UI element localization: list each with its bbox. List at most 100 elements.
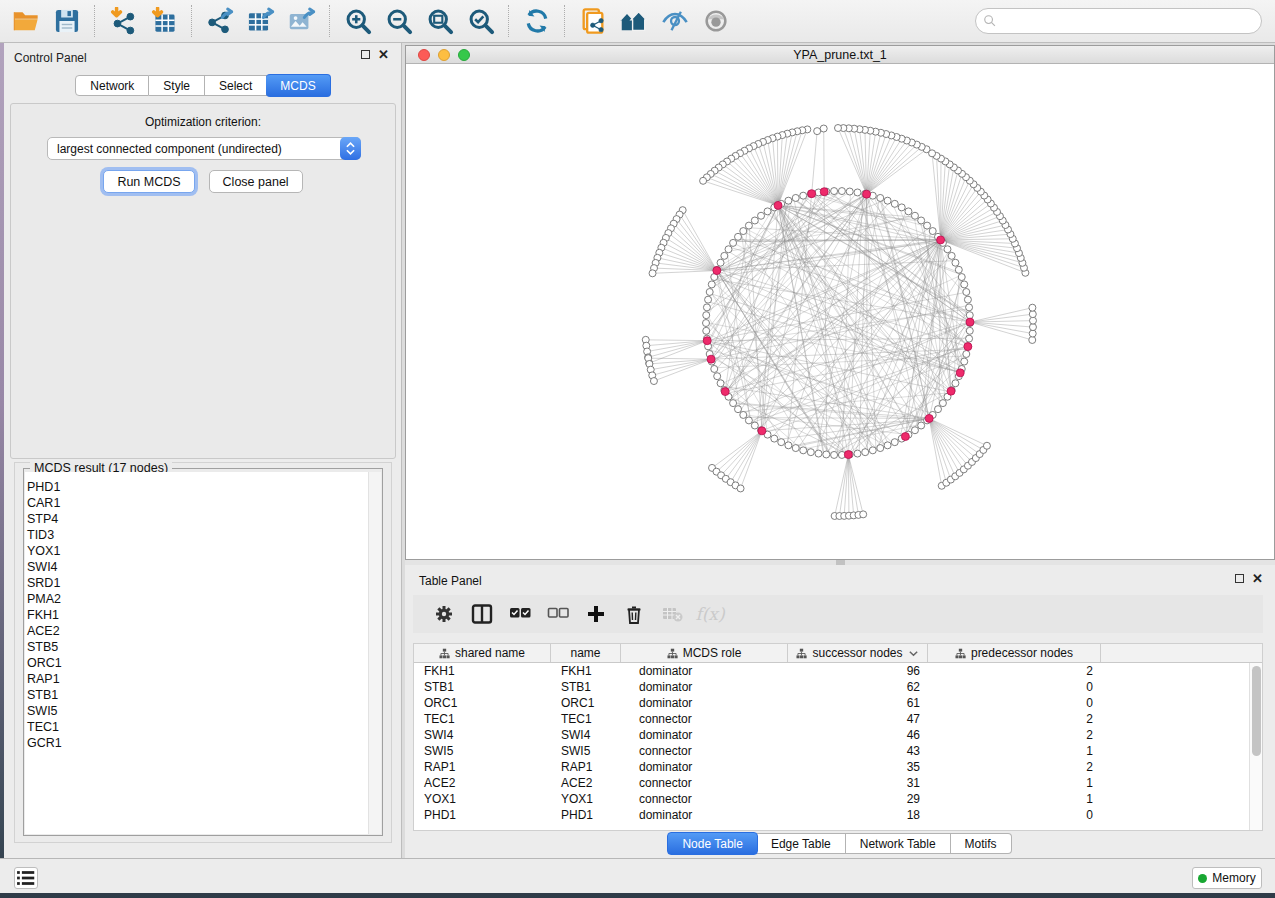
gear-button[interactable] <box>425 599 463 629</box>
network-node[interactable] <box>911 212 918 219</box>
network-node[interactable] <box>740 228 747 235</box>
table-row[interactable]: TEC1TEC1connector472 <box>414 711 1248 727</box>
mcds-result-item[interactable]: ACE2 <box>27 623 368 639</box>
delete-column-button[interactable] <box>615 599 653 629</box>
network-node[interactable] <box>924 222 931 229</box>
mcds-hub-node[interactable] <box>721 388 729 396</box>
network-node[interactable] <box>905 208 912 215</box>
network-node[interactable] <box>650 378 657 385</box>
mcds-result-item[interactable]: SRD1 <box>27 575 368 591</box>
open-folder-button[interactable] <box>8 3 43 39</box>
run-mcds-button[interactable]: Run MCDS <box>103 170 194 193</box>
tab-style[interactable]: Style <box>149 75 205 96</box>
network-node[interactable] <box>898 204 905 211</box>
table-row[interactable]: FKH1FKH1dominator962 <box>414 663 1248 679</box>
network-node[interactable] <box>966 327 973 334</box>
network-node[interactable] <box>708 281 715 288</box>
network-node[interactable] <box>918 217 925 224</box>
mcds-result-item[interactable]: YOX1 <box>27 543 368 559</box>
mcds-result-list[interactable]: PHD1CAR1STP4TID3YOX1SWI4SRD1PMA2FKH1ACE2… <box>25 472 368 834</box>
table-tab-motifs[interactable]: Motifs <box>951 833 1012 854</box>
mcds-hub-node[interactable] <box>947 387 955 395</box>
zoom-in-button[interactable] <box>340 3 375 39</box>
search-field[interactable] <box>997 14 1261 28</box>
network-node[interactable] <box>1029 311 1036 318</box>
network-node[interactable] <box>939 400 946 407</box>
save-button[interactable] <box>49 3 84 39</box>
import-network-button[interactable] <box>105 3 140 39</box>
tab-network[interactable]: Network <box>75 75 149 96</box>
network-node[interactable] <box>952 259 959 266</box>
network-node[interactable] <box>721 252 728 259</box>
mcds-hub-node[interactable] <box>820 188 828 196</box>
network-node[interactable] <box>800 447 807 454</box>
network-node[interactable] <box>815 450 822 457</box>
network-node[interactable] <box>807 449 814 456</box>
mcds-hub-node[interactable] <box>707 355 715 363</box>
network-node[interactable] <box>745 222 752 229</box>
network-node[interactable] <box>758 212 765 219</box>
add-column-button[interactable] <box>577 599 615 629</box>
network-node[interactable] <box>737 485 744 492</box>
network-node[interactable] <box>854 189 861 196</box>
network-node[interactable] <box>983 442 990 449</box>
network-node[interactable] <box>717 259 724 266</box>
home-button[interactable] <box>616 3 651 39</box>
refresh-button[interactable] <box>519 3 554 39</box>
network-node[interactable] <box>800 192 807 199</box>
network-node[interactable] <box>929 228 936 235</box>
network-node[interactable] <box>963 351 970 358</box>
export-network-button[interactable] <box>202 3 237 39</box>
network-node[interactable] <box>735 406 742 413</box>
mcds-hub-node[interactable] <box>844 451 852 459</box>
network-node[interactable] <box>854 450 861 457</box>
import-table-button[interactable] <box>146 3 181 39</box>
show-panel-button[interactable] <box>698 3 733 39</box>
network-node[interactable] <box>745 417 752 424</box>
table-tab-network-table[interactable]: Network Table <box>846 833 951 854</box>
mcds-hub-node[interactable] <box>925 414 933 422</box>
network-node[interactable] <box>884 442 891 449</box>
network-node[interactable] <box>764 208 771 215</box>
network-node[interactable] <box>730 239 737 246</box>
network-node[interactable] <box>911 427 918 434</box>
network-node[interactable] <box>711 365 718 372</box>
network-node[interactable] <box>735 233 742 240</box>
network-node[interactable] <box>918 422 925 429</box>
network-node[interactable] <box>831 451 838 458</box>
table-row[interactable]: PHD1PHD1dominator180 <box>414 807 1248 823</box>
table-row[interactable]: SWI4SWI4dominator462 <box>414 727 1248 743</box>
network-node[interactable] <box>717 380 724 387</box>
network-node[interactable] <box>751 217 758 224</box>
network-node[interactable] <box>891 439 898 446</box>
network-node[interactable] <box>823 451 830 458</box>
mcds-hub-node[interactable] <box>703 337 711 345</box>
table-tab-edge-table[interactable]: Edge Table <box>757 833 846 854</box>
network-node[interactable] <box>771 435 778 442</box>
memory-button[interactable]: Memory <box>1192 867 1262 889</box>
network-node[interactable] <box>703 312 710 319</box>
table-row[interactable]: STB1STB1dominator620 <box>414 679 1248 695</box>
mcds-result-item[interactable]: GCR1 <box>27 735 368 751</box>
network-node[interactable] <box>964 296 971 303</box>
columns-button[interactable] <box>463 599 501 629</box>
network-node[interactable] <box>706 288 713 295</box>
network-node[interactable] <box>934 406 941 413</box>
network-node[interactable] <box>860 511 867 518</box>
optimization-criterion-select[interactable]: largest connected component (undirected) <box>47 137 361 160</box>
network-canvas[interactable] <box>406 64 1274 560</box>
table-row[interactable]: RAP1RAP1dominator352 <box>414 759 1248 775</box>
network-node[interactable] <box>891 200 898 207</box>
mcds-hub-node[interactable] <box>774 201 782 209</box>
network-node[interactable] <box>820 125 827 132</box>
network-node[interactable] <box>1029 304 1036 311</box>
network-node[interactable] <box>877 445 884 452</box>
deselect-all-button[interactable] <box>539 599 577 629</box>
network-node[interactable] <box>740 411 747 418</box>
tab-mcds[interactable]: MCDS <box>266 74 330 97</box>
export-table-button[interactable] <box>243 3 278 39</box>
mcds-hub-node[interactable] <box>966 318 974 326</box>
mcds-result-item[interactable]: STB5 <box>27 639 368 655</box>
network-node[interactable] <box>785 442 792 449</box>
network-node[interactable] <box>963 288 970 295</box>
